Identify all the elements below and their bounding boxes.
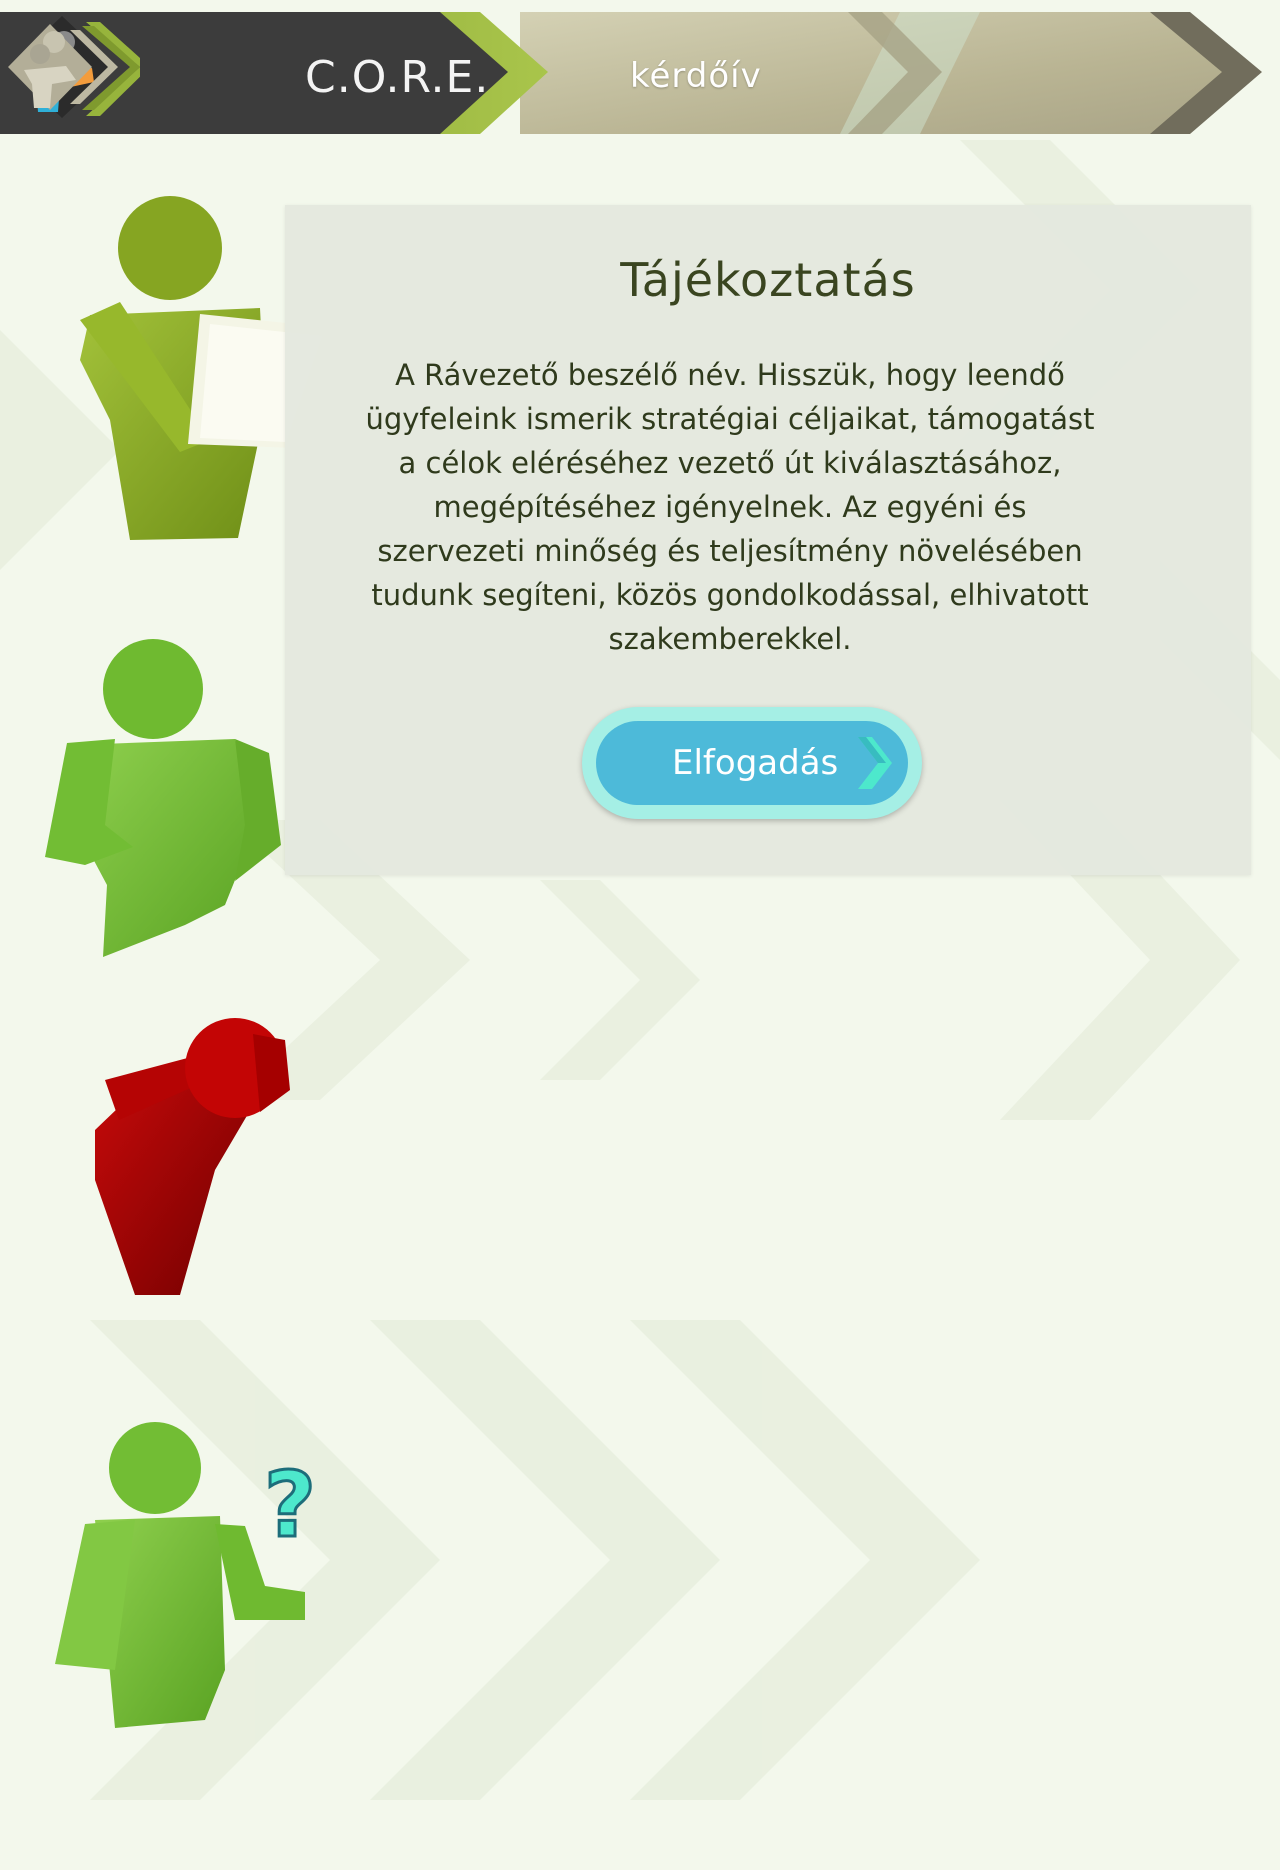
page-subtitle: kérdőív <box>630 56 762 96</box>
accept-button-face[interactable]: Elfogadás <box>596 721 908 805</box>
people-chevron-icon[interactable] <box>0 12 120 122</box>
accept-button-label: Elfogadás <box>672 743 839 783</box>
chevron-right-icon <box>858 737 892 789</box>
accept-button[interactable]: Elfogadás <box>582 707 922 819</box>
panel-body-text: A Rávezető beszélő név. Hisszük, hogy le… <box>365 358 1095 656</box>
panel-title: Tájékoztatás <box>620 253 916 307</box>
person-confused-icon <box>95 1018 290 1295</box>
question-mark-icon: ? <box>264 1453 316 1558</box>
info-panel: Tájékoztatás A Rávezető beszélő név. His… <box>285 205 1251 875</box>
header-banner: C.O.R.E. kérdőív <box>0 12 1280 136</box>
person-standing-icon <box>45 639 281 957</box>
brand-title: C.O.R.E. <box>305 52 490 103</box>
person-question-icon: ? <box>55 1422 318 1728</box>
